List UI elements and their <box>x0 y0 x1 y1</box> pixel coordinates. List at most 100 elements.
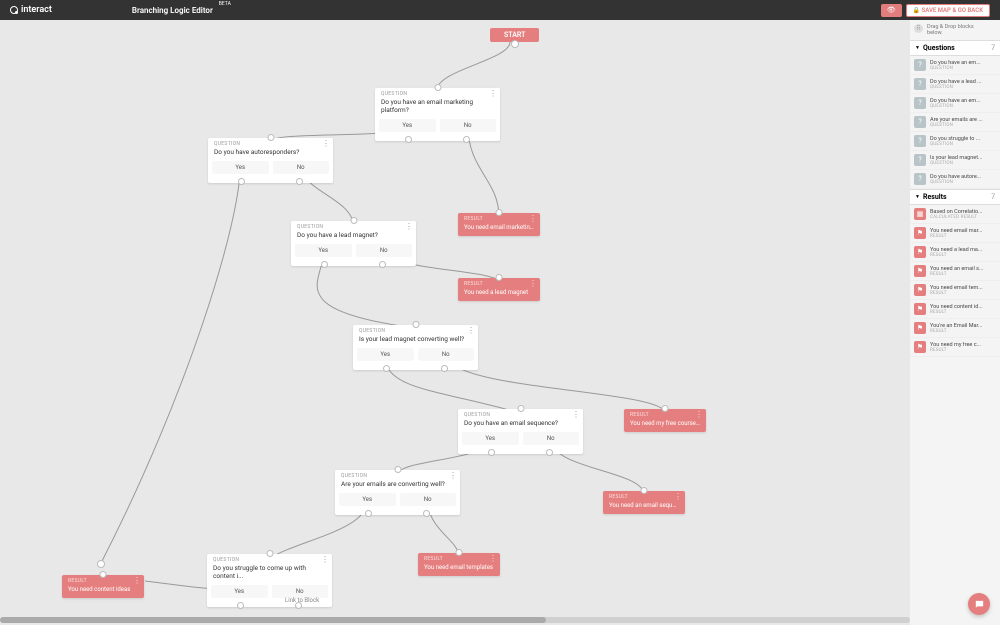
port-out[interactable] <box>379 261 386 268</box>
beta-badge: BETA <box>219 1 231 7</box>
result-node-email-templates[interactable]: ⋮ RESULT You need email templates <box>418 553 500 576</box>
answer-yes[interactable]: Yes <box>357 348 414 361</box>
port-in[interactable] <box>266 550 273 557</box>
node-menu-icon[interactable]: ⋮ <box>321 556 329 564</box>
sidebar-result-item[interactable]: ⚑You need an email s...RESULT <box>910 262 1000 281</box>
result-icon: ⚑ <box>914 284 926 296</box>
port-in[interactable] <box>496 209 503 216</box>
port-in[interactable] <box>394 466 401 473</box>
answer-yes[interactable]: Yes <box>462 432 519 445</box>
flow-canvas[interactable]: START ⋮ QUESTION Do you have an email ma… <box>0 20 910 615</box>
result-node-free-course[interactable]: ⋮ RESULT You need my free course o... <box>624 409 706 432</box>
sidebar-result-item[interactable]: ⚑You need my free c...RESULT <box>910 338 1000 357</box>
port-out[interactable] <box>321 261 328 268</box>
port-out[interactable] <box>441 365 448 372</box>
start-node[interactable]: START <box>490 28 539 42</box>
question-node-lead-magnet[interactable]: ⋮ QUESTION Do you have a lead magnet? Ye… <box>291 221 416 266</box>
port-out[interactable] <box>365 510 372 517</box>
brand-logo[interactable]: interact <box>10 5 52 15</box>
answer-no[interactable]: No <box>272 585 329 598</box>
question-node-emails-converting[interactable]: ⋮ QUESTION Are your emails are convertin… <box>335 470 460 515</box>
port-in[interactable] <box>517 405 524 412</box>
preview-button[interactable]: 👁 <box>881 4 902 17</box>
port-in[interactable] <box>434 84 441 91</box>
sidebar-question-item[interactable]: ?Are your emails are ...QUESTION <box>910 113 1000 132</box>
sidebar: ⠿ Drag & Drop blocks below. ▼ Questions … <box>910 20 1000 625</box>
answer-no[interactable]: No <box>273 161 330 174</box>
port-out[interactable] <box>383 365 390 372</box>
result-node-email-sequence[interactable]: ⋮ RESULT You need an email sequence <box>603 491 685 514</box>
answer-yes[interactable]: Yes <box>339 493 396 506</box>
port-out[interactable] <box>238 178 245 185</box>
question-node-email-platform[interactable]: ⋮ QUESTION Do you have an email marketin… <box>375 88 500 141</box>
answer-no[interactable]: No <box>418 348 475 361</box>
answer-no[interactable]: No <box>440 119 497 132</box>
start-port[interactable] <box>511 40 519 48</box>
port-out[interactable] <box>488 449 495 456</box>
sidebar-result-item[interactable]: ⚑You need a lead ma...RESULT <box>910 243 1000 262</box>
question-node-converting[interactable]: ⋮ QUESTION Is your lead magnet convertin… <box>353 325 478 370</box>
sidebar-question-item[interactable]: ?Do you have a lead ...QUESTION <box>910 75 1000 94</box>
sidebar-result-item[interactable]: ⚑You're an Email Mar...RESULT <box>910 319 1000 338</box>
port-out[interactable] <box>237 602 244 609</box>
port-in[interactable] <box>350 217 357 224</box>
result-node-content-ideas[interactable]: ⋮ RESULT You need content ideas <box>62 575 144 598</box>
save-button[interactable]: 🔒 SAVE MAP & GO BACK <box>906 4 990 17</box>
sidebar-question-item[interactable]: ?Do you have an em...QUESTION <box>910 94 1000 113</box>
sidebar-question-item[interactable]: ?Do you have an em...QUESTION <box>910 56 1000 75</box>
answer-no[interactable]: No <box>356 244 413 257</box>
port-out[interactable] <box>463 136 470 143</box>
loose-port[interactable] <box>97 560 105 568</box>
question-icon: ? <box>914 78 926 90</box>
port-out[interactable] <box>423 510 430 517</box>
port-in[interactable] <box>456 549 463 556</box>
question-node-email-sequence[interactable]: ⋮ QUESTION Do you have an email sequence… <box>458 409 583 454</box>
chat-fab[interactable] <box>968 593 990 615</box>
horizontal-scrollbar[interactable] <box>0 617 910 623</box>
answer-yes[interactable]: Yes <box>212 161 269 174</box>
sidebar-result-item[interactable]: ⚑You need content id...RESULT <box>910 300 1000 319</box>
answer-yes[interactable]: Yes <box>295 244 352 257</box>
result-node-lead-magnet[interactable]: ⋮ RESULT You need a lead magnet <box>458 278 540 301</box>
result-icon: ⚑ <box>914 341 926 353</box>
node-menu-icon[interactable]: ⋮ <box>322 140 330 148</box>
node-menu-icon[interactable]: ⋮ <box>695 411 703 419</box>
sidebar-question-item[interactable]: ?Is your lead magnet...QUESTION <box>910 151 1000 170</box>
node-menu-icon[interactable]: ⋮ <box>489 555 497 563</box>
answer-yes[interactable]: Yes <box>379 119 436 132</box>
link-to-block-label[interactable]: Link to Block <box>285 597 319 604</box>
port-in[interactable] <box>496 274 503 281</box>
port-out[interactable] <box>546 449 553 456</box>
answer-yes[interactable]: Yes <box>211 585 268 598</box>
node-menu-icon[interactable]: ⋮ <box>405 223 413 231</box>
sidebar-section-questions[interactable]: ▼ Questions 7 <box>910 40 1000 56</box>
answer-no[interactable]: No <box>523 432 580 445</box>
answer-no[interactable]: No <box>400 493 457 506</box>
node-menu-icon[interactable]: ⋮ <box>529 280 537 288</box>
sidebar-result-item[interactable]: ⚑You need email tem...RESULT <box>910 281 1000 300</box>
node-menu-icon[interactable]: ⋮ <box>674 493 682 501</box>
sidebar-question-item[interactable]: ?Do you have autore...QUESTION <box>910 170 1000 189</box>
question-node-autoresponders[interactable]: ⋮ QUESTION Do you have autoresponders? Y… <box>208 138 333 183</box>
node-menu-icon[interactable]: ⋮ <box>467 327 475 335</box>
sidebar-section-results[interactable]: ▼ Results 7 <box>910 189 1000 205</box>
sidebar-question-item[interactable]: ?Do you struggle to ...QUESTION <box>910 132 1000 151</box>
node-menu-icon[interactable]: ⋮ <box>572 411 580 419</box>
node-menu-icon[interactable]: ⋮ <box>449 472 457 480</box>
chat-icon <box>974 599 985 610</box>
question-icon: ? <box>914 59 926 71</box>
sidebar-result-item[interactable]: ▦Based on Correlatio...CALCULATED RESULT <box>910 205 1000 224</box>
port-out[interactable] <box>405 136 412 143</box>
sidebar-result-item[interactable]: ⚑You need email mar...RESULT <box>910 224 1000 243</box>
chevron-down-icon: ▼ <box>915 45 920 51</box>
node-menu-icon[interactable]: ⋮ <box>489 90 497 98</box>
port-in[interactable] <box>100 571 107 578</box>
port-in[interactable] <box>267 134 274 141</box>
port-in[interactable] <box>641 487 648 494</box>
port-out[interactable] <box>296 178 303 185</box>
port-in[interactable] <box>412 321 419 328</box>
node-menu-icon[interactable]: ⋮ <box>529 215 537 223</box>
result-node-email-marketing[interactable]: ⋮ RESULT You need email marketing s... <box>458 213 540 236</box>
node-menu-icon[interactable]: ⋮ <box>133 577 141 585</box>
port-in[interactable] <box>662 405 669 412</box>
